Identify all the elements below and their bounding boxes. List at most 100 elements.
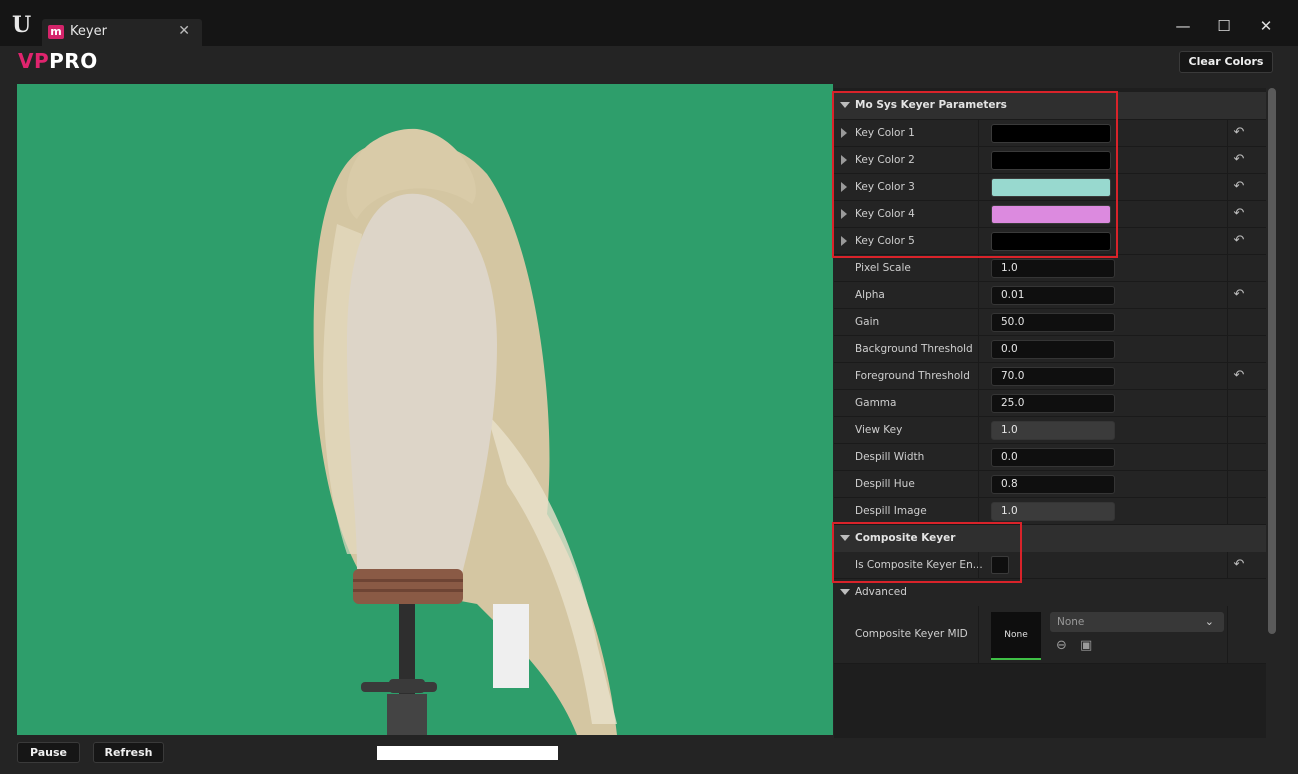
view-key-input[interactable]: 1.0 [991,421,1115,440]
column-divider [1227,228,1228,255]
section-advanced[interactable]: Advanced [834,579,1266,607]
column-divider [978,471,979,498]
maximize-button[interactable]: ☐ [1210,14,1238,38]
despill-hue-input[interactable]: 0.8 [991,475,1115,494]
bottom-bar: Pause Refresh [0,738,1298,774]
column-divider [978,363,979,390]
gain-input[interactable]: 50.0 [991,313,1115,332]
row-gamma: Gamma 25.0 [834,390,1266,417]
unreal-logo-icon: U [12,12,32,38]
property-label: Alpha [855,289,885,301]
tab-keyer[interactable]: m Keyer ✕ [42,19,202,46]
tab-label: Keyer [70,24,107,39]
despill-image-input[interactable]: 1.0 [991,502,1115,521]
pause-button[interactable]: Pause [17,742,80,763]
property-label: Foreground Threshold [855,370,970,382]
expand-arrow-icon[interactable] [841,236,847,246]
color-swatch[interactable] [991,124,1111,143]
asset-thumbnail[interactable]: None [991,612,1041,660]
column-divider [1227,444,1228,471]
column-divider [978,228,979,255]
column-divider [978,552,979,579]
column-divider [1227,120,1228,147]
property-label: Despill Image [855,505,927,517]
column-divider [978,282,979,309]
refresh-button[interactable]: Refresh [93,742,164,763]
mosys-app-icon: m [48,25,64,39]
column-divider [978,606,979,664]
close-window-button[interactable]: ✕ [1252,14,1280,38]
section-label: Advanced [855,586,907,598]
gamma-input[interactable]: 25.0 [991,394,1115,413]
use-selected-icon[interactable]: ⊖ [1056,638,1072,654]
asset-picker-dropdown[interactable]: None ⌄ [1050,612,1224,632]
keyer-viewport[interactable] [17,84,833,735]
column-divider [1227,336,1228,363]
alpha-input[interactable]: 0.01 [991,286,1115,305]
column-divider [978,255,979,282]
dropdown-value: None [1057,616,1085,628]
minimize-button[interactable]: — [1169,14,1197,38]
pixel-scale-input[interactable]: 1.0 [991,259,1115,278]
expand-arrow-icon[interactable] [841,155,847,165]
color-swatch[interactable] [991,232,1111,251]
collapse-arrow-icon [840,102,850,108]
background-threshold-input[interactable]: 0.0 [991,340,1115,359]
column-divider [978,444,979,471]
color-swatch[interactable] [991,151,1111,170]
expand-arrow-icon[interactable] [841,128,847,138]
collapse-arrow-icon [840,535,850,541]
reset-icon[interactable]: ↶ [1231,179,1247,195]
property-label: Key Color 5 [855,235,915,247]
reset-icon[interactable]: ↶ [1231,557,1247,573]
reset-icon[interactable]: ↶ [1231,287,1247,303]
vppro-logo: VPPRO [18,49,98,73]
row-despill-hue: Despill Hue 0.8 [834,471,1266,498]
browse-folder-icon[interactable]: ▣ [1080,638,1098,654]
property-label: Despill Width [855,451,925,463]
row-alpha: Alpha 0.01 ↶ [834,282,1266,309]
color-swatch[interactable] [991,178,1111,197]
column-divider [978,417,979,444]
property-label: Despill Hue [855,478,915,490]
expand-arrow-icon[interactable] [841,209,847,219]
column-divider [1227,471,1228,498]
row-key-color-2: Key Color 2 ↶ [834,147,1266,174]
brand-vp: VP [18,49,50,73]
property-label: View Key [855,424,903,436]
column-divider [1227,552,1228,579]
column-divider [1227,201,1228,228]
column-divider [978,147,979,174]
property-label: Is Composite Keyer En... [855,559,983,571]
despill-width-input[interactable]: 0.0 [991,448,1115,467]
column-divider [978,390,979,417]
reset-icon[interactable]: ↶ [1231,206,1247,222]
section-composite-keyer[interactable]: Composite Keyer [834,525,1266,553]
column-divider [1227,363,1228,390]
column-divider [978,336,979,363]
row-view-key: View Key 1.0 [834,417,1266,444]
section-label: Composite Keyer [855,532,956,544]
status-bar-field [377,746,558,760]
column-divider [1227,282,1228,309]
reset-icon[interactable]: ↶ [1231,368,1247,384]
title-bar: U m Keyer ✕ — ☐ ✕ [0,0,1298,46]
reset-icon[interactable]: ↶ [1231,233,1247,249]
clear-colors-button[interactable]: Clear Colors [1179,51,1273,73]
composite-enabled-checkbox[interactable] [991,556,1009,574]
expand-arrow-icon[interactable] [841,182,847,192]
tab-close-icon[interactable]: ✕ [178,23,190,39]
column-divider [1227,606,1228,664]
row-gain: Gain 50.0 [834,309,1266,336]
panel-scrollbar[interactable] [1268,88,1276,634]
column-divider [1227,255,1228,282]
color-swatch[interactable] [991,205,1111,224]
row-foreground-threshold: Foreground Threshold 70.0 ↶ [834,363,1266,390]
row-key-color-5: Key Color 5 ↶ [834,228,1266,255]
column-divider [1227,498,1228,525]
reset-icon[interactable]: ↶ [1231,152,1247,168]
keyer-window: U m Keyer ✕ — ☐ ✕ VPPRO Clear Colors Mo … [0,0,1298,774]
reset-icon[interactable]: ↶ [1231,125,1247,141]
foreground-threshold-input[interactable]: 70.0 [991,367,1115,386]
section-keyer-parameters[interactable]: Mo Sys Keyer Parameters [834,92,1266,120]
